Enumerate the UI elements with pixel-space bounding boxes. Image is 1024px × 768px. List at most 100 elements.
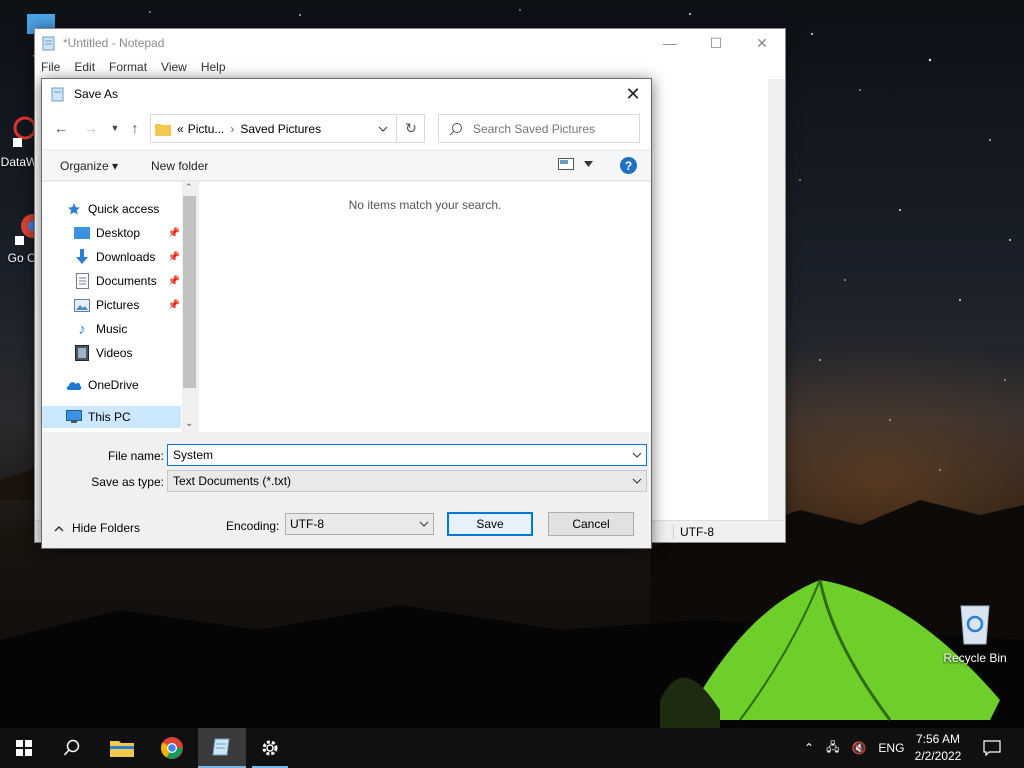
- gear-icon: [262, 740, 278, 756]
- up-button[interactable]: ↑: [126, 119, 144, 137]
- clock-time: 7:56 AM: [915, 732, 961, 746]
- encoding-select[interactable]: UTF-8: [285, 513, 434, 535]
- navigation-scrollbar[interactable]: ⌃ ⌄: [182, 182, 198, 432]
- pin-icon: 📌: [167, 227, 180, 239]
- music-note-icon: ♪: [78, 320, 86, 338]
- file-name-input[interactable]: [168, 448, 618, 462]
- desktop-folder-icon: [74, 225, 90, 241]
- menu-view[interactable]: View: [161, 60, 187, 74]
- file-list-pane: No items match your search.: [199, 182, 651, 432]
- nav-item-onedrive[interactable]: OneDrive: [42, 374, 182, 396]
- address-dropdown-button[interactable]: [372, 126, 394, 132]
- scrollbar-thumb[interactable]: [183, 196, 196, 388]
- file-explorer-taskbar-button[interactable]: [98, 728, 146, 768]
- save-button[interactable]: Save: [447, 512, 533, 536]
- chevron-down-icon: ▼: [110, 123, 120, 133]
- help-button[interactable]: ?: [620, 157, 637, 174]
- save-type-select[interactable]: Text Documents (*.txt): [167, 470, 647, 492]
- chevron-down-icon: [378, 126, 388, 132]
- notepad-icon: [212, 738, 230, 756]
- refresh-button[interactable]: ↻: [396, 114, 425, 143]
- breadcrumb-saved-pictures[interactable]: Saved Pictures: [240, 122, 321, 136]
- nav-item-label: Quick access: [88, 202, 160, 216]
- forward-arrow-icon: →: [84, 120, 98, 136]
- settings-taskbar-button[interactable]: [246, 728, 294, 768]
- clock[interactable]: 7:56 AM 2/2/2022: [906, 731, 970, 765]
- change-view-button[interactable]: [558, 158, 593, 170]
- nav-item-this-pc[interactable]: This PC: [42, 406, 181, 428]
- new-folder-button[interactable]: New folder: [151, 159, 208, 173]
- nav-item-quick-access[interactable]: Quick access: [42, 198, 182, 220]
- address-navbar: ← → ▼ ↑ « Pictu... › Saved Pictures ↻: [42, 109, 651, 149]
- chevron-down-icon: [584, 161, 593, 167]
- nav-item-music[interactable]: ♪ Music: [42, 318, 182, 340]
- notepad-vertical-scrollbar[interactable]: [768, 79, 785, 527]
- menu-file[interactable]: File: [41, 60, 60, 74]
- pictures-icon: [74, 297, 90, 313]
- dialog-title: Save As: [74, 87, 119, 101]
- nav-item-videos[interactable]: Videos: [42, 342, 182, 364]
- minimize-button[interactable]: —: [647, 29, 693, 57]
- close-button[interactable]: ✕: [739, 29, 785, 57]
- save-type-value: Text Documents (*.txt): [173, 474, 292, 488]
- star-icon: [66, 201, 82, 217]
- menu-edit[interactable]: Edit: [74, 60, 95, 74]
- dialog-titlebar[interactable]: Save As ✕: [42, 79, 651, 109]
- dialog-footer: Hide Folders Encoding: UTF-8 Save Cancel: [42, 504, 653, 548]
- action-center-button[interactable]: [972, 728, 1012, 768]
- save-type-label: Save as type:: [91, 475, 164, 489]
- network-icon[interactable]: 🖧: [826, 738, 839, 759]
- file-name-dropdown-button[interactable]: [628, 452, 646, 458]
- pin-icon: 📌: [167, 275, 180, 287]
- organize-button[interactable]: Organize ▾: [60, 159, 118, 173]
- hide-folders-button[interactable]: Hide Folders: [54, 521, 140, 535]
- search-input[interactable]: [473, 121, 623, 136]
- recent-locations-button[interactable]: ▼: [106, 119, 124, 137]
- encoding-label: Encoding:: [226, 519, 280, 533]
- language-indicator[interactable]: ENG: [878, 741, 904, 755]
- encoding-value: UTF-8: [290, 517, 324, 531]
- notepad-titlebar[interactable]: *Untitled - Notepad — ☐ ✕: [35, 29, 785, 57]
- menu-format[interactable]: Format: [109, 60, 147, 74]
- chevron-down-icon[interactable]: ⌄: [185, 418, 193, 429]
- save-as-dialog: Save As ✕ ← → ▼ ↑ « Pictu... › Saved Pic…: [41, 78, 652, 549]
- chevron-up-icon: [54, 525, 64, 532]
- save-type-dropdown-button[interactable]: [628, 478, 646, 484]
- notepad-taskbar-button[interactable]: [198, 728, 246, 768]
- nav-item-desktop[interactable]: Desktop 📌: [42, 222, 182, 244]
- nav-item-label: Documents: [96, 274, 157, 288]
- recycle-bin-desktop-icon[interactable]: Recycle Bin: [938, 600, 1012, 665]
- forward-button[interactable]: →: [82, 119, 100, 137]
- navigation-pane: Quick access Desktop 📌 Downloads 📌 Docum…: [42, 182, 198, 432]
- nav-item-downloads[interactable]: Downloads 📌: [42, 246, 182, 268]
- collapsed-path-chevron[interactable]: «: [177, 122, 184, 136]
- cancel-button[interactable]: Cancel: [548, 512, 634, 536]
- file-name-field[interactable]: [167, 444, 647, 466]
- nav-item-pictures[interactable]: Pictures 📌: [42, 294, 182, 316]
- breadcrumb-pictures[interactable]: Pictu...: [188, 122, 225, 136]
- chevron-up-icon[interactable]: ⌃: [185, 182, 193, 193]
- notepad-menubar: File Edit Format View Help: [35, 57, 785, 77]
- desktop-icon-label: Recycle Bin: [943, 651, 1007, 665]
- back-button[interactable]: ←: [52, 119, 70, 137]
- pin-icon: 📌: [167, 299, 180, 311]
- nav-item-label: Videos: [96, 346, 133, 360]
- chrome-taskbar-button[interactable]: [148, 728, 196, 768]
- menu-help[interactable]: Help: [201, 60, 226, 74]
- address-bar[interactable]: « Pictu... › Saved Pictures: [150, 114, 425, 143]
- volume-muted-icon[interactable]: 🔇: [851, 741, 866, 755]
- windows-logo-icon: [16, 740, 32, 756]
- show-hidden-icons-button[interactable]: ⌃: [804, 741, 814, 755]
- nav-item-label: Music: [96, 322, 128, 336]
- maximize-button[interactable]: ☐: [693, 29, 739, 57]
- nav-item-documents[interactable]: Documents 📌: [42, 270, 182, 292]
- download-arrow-icon: [74, 249, 90, 265]
- dialog-close-button[interactable]: ✕: [615, 79, 651, 109]
- search-box[interactable]: [438, 114, 640, 143]
- search-icon: [63, 739, 80, 756]
- maximize-icon: ☐: [709, 34, 723, 51]
- search-taskbar-button[interactable]: [48, 728, 96, 768]
- encoding-dropdown-button[interactable]: [415, 521, 433, 527]
- notepad-app-icon: [51, 87, 64, 102]
- start-button[interactable]: [0, 728, 48, 768]
